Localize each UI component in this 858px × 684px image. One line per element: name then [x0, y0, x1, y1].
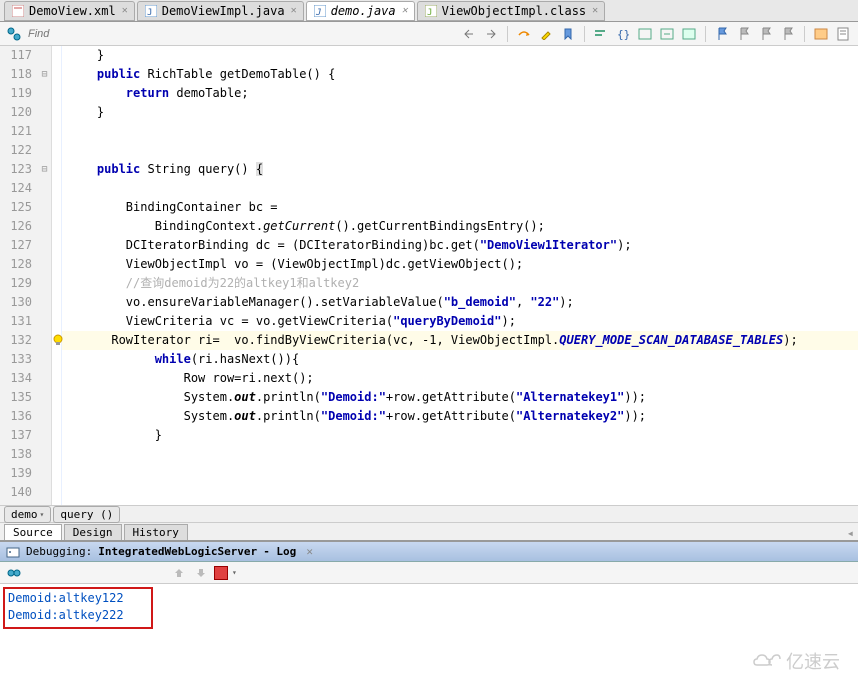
down-icon[interactable] — [192, 564, 210, 582]
log-title-server: IntegratedWebLogicServer — [98, 545, 257, 558]
log-panel: Debugging: IntegratedWebLogicServer - Lo… — [0, 541, 858, 664]
log-line: Demoid:altkey222 — [8, 607, 850, 624]
margin-gutter — [52, 46, 62, 505]
tab-demoviewimpl-java[interactable]: J DemoViewImpl.java ✕ — [137, 1, 304, 21]
log-output[interactable]: Demoid:altkey122 Demoid:altkey222 — [0, 584, 858, 664]
svg-text:J: J — [427, 8, 432, 17]
doc-icon[interactable] — [834, 25, 852, 43]
tab-design[interactable]: Design — [64, 524, 122, 540]
log-title-bar: Debugging: IntegratedWebLogicServer - Lo… — [0, 542, 858, 562]
breadcrumb-class[interactable]: demo▾ — [4, 506, 51, 523]
editor-mode-tabs: Source Design History ◂ — [0, 523, 858, 541]
tab-viewobjectimpl-class[interactable]: J ViewObjectImpl.class ✕ — [417, 1, 606, 21]
log-title-suffix: - Log — [263, 545, 296, 558]
chevron-down-icon[interactable]: ▾ — [232, 568, 237, 577]
code-editor[interactable]: 1171181191201211221231241251261271281291… — [0, 46, 858, 505]
close-icon[interactable]: ✕ — [291, 5, 297, 16]
line-number-gutter: 1171181191201211221231241251261271281291… — [0, 46, 38, 505]
java-icon: J — [313, 4, 327, 18]
flag-next-icon[interactable] — [735, 25, 753, 43]
editor-toolbar: {} — [0, 22, 858, 46]
close-icon[interactable]: ✕ — [592, 5, 598, 16]
file-tab-bar: DemoView.xml ✕ J DemoViewImpl.java ✕ J d… — [0, 0, 858, 22]
fold-gutter[interactable]: ⊟ ⊟ — [38, 46, 52, 505]
tab-history[interactable]: History — [124, 524, 188, 540]
close-icon[interactable]: ✕ — [402, 5, 408, 16]
expand-icon[interactable] — [658, 25, 676, 43]
tab-label: DemoViewImpl.java — [162, 4, 285, 18]
find-prev-icon[interactable] — [460, 25, 478, 43]
tab-label: ViewObjectImpl.class — [442, 4, 587, 18]
flag-icon[interactable] — [713, 25, 731, 43]
log-line: Demoid:altkey122 — [8, 590, 850, 607]
svg-text:J: J — [147, 8, 152, 17]
close-icon[interactable]: ✕ — [122, 5, 128, 16]
structure-breadcrumb: demo▾ query () — [0, 505, 858, 523]
close-icon[interactable]: ✕ — [306, 545, 313, 558]
block-icon[interactable] — [812, 25, 830, 43]
tab-demo-java[interactable]: J demo.java ✕ — [306, 1, 415, 21]
search-icon — [6, 26, 22, 42]
stop-button[interactable] — [214, 566, 228, 580]
svg-text:J: J — [315, 8, 321, 17]
highlight-icon[interactable] — [537, 25, 555, 43]
chevron-down-icon: ▾ — [40, 510, 45, 519]
log-title-prefix: Debugging: — [26, 545, 92, 558]
up-icon[interactable] — [170, 564, 188, 582]
tab-demoview-xml[interactable]: DemoView.xml ✕ — [4, 1, 135, 21]
watermark: 亿速云 — [752, 648, 840, 674]
step-over-icon[interactable] — [515, 25, 533, 43]
find-next-icon[interactable] — [482, 25, 500, 43]
debug-icon — [6, 545, 20, 559]
collapse-icon[interactable] — [680, 25, 698, 43]
tab-source[interactable]: Source — [4, 524, 62, 540]
tab-label: DemoView.xml — [29, 4, 116, 18]
log-toolbar: ▾ — [0, 562, 858, 584]
flag-all-icon[interactable] — [779, 25, 797, 43]
code-area[interactable]: } public RichTable getDemoTable() { retu… — [62, 46, 858, 505]
java-icon: J — [144, 4, 158, 18]
svg-text:{}: {} — [617, 28, 629, 40]
tab-overflow-icon[interactable]: ◂ — [843, 526, 858, 540]
find-input[interactable] — [28, 28, 168, 40]
flag-prev-icon[interactable] — [757, 25, 775, 43]
breadcrumb-method[interactable]: query () — [53, 506, 120, 523]
bookmark-icon[interactable] — [559, 25, 577, 43]
binoculars-icon[interactable] — [6, 565, 22, 581]
braces-icon[interactable]: {} — [614, 25, 632, 43]
surround-icon[interactable] — [636, 25, 654, 43]
tab-label: demo.java — [331, 4, 396, 18]
reformat-icon[interactable] — [592, 25, 610, 43]
class-icon: J — [424, 4, 438, 18]
xml-icon — [11, 4, 25, 18]
